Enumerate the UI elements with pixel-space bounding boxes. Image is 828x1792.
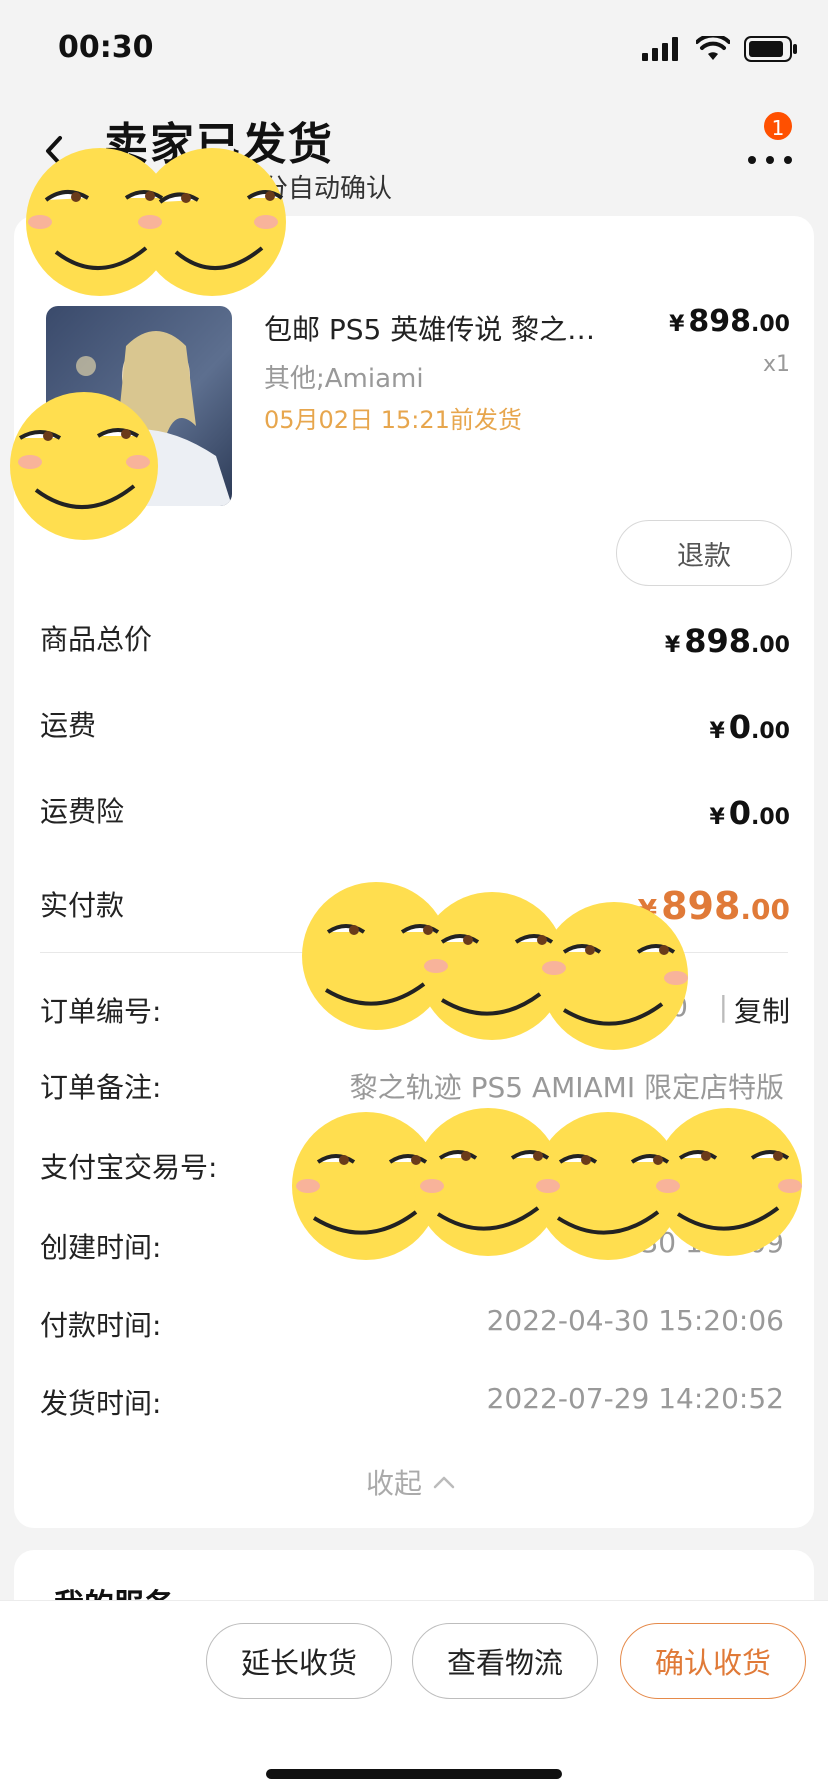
shipping-insurance-value: ¥0.00 — [709, 794, 790, 832]
created-time-label: 创建时间: — [40, 1231, 162, 1264]
confirm-receipt-button[interactable]: 确认收货 — [620, 1623, 806, 1699]
cellular-signal-icon — [642, 37, 678, 61]
smiley-sticker-icon — [26, 148, 286, 296]
order-remark-label: 订单备注: — [40, 1071, 162, 1104]
paid-time-value: 2022-04-30 15:20:06 — [486, 1304, 784, 1337]
order-remark-value: 黎之轨迹 PS5 AMIAMI 限定店特版 — [349, 1071, 784, 1104]
shipped-time-label: 发货时间: — [40, 1387, 162, 1420]
product-spec: 其他;Amiami — [264, 364, 424, 394]
paid-amount-label: 实付款 — [40, 889, 125, 922]
smiley-sticker-icon — [292, 1108, 802, 1260]
chevron-up-icon — [433, 1476, 455, 1489]
product-title[interactable]: 包邮 PS5 英雄传说 黎之… — [264, 308, 644, 348]
notification-badge: 1 — [762, 110, 794, 142]
collapse-label: 收起 — [366, 1467, 423, 1500]
home-indicator[interactable] — [266, 1769, 562, 1779]
status-icons — [642, 36, 798, 62]
currency-symbol: ¥ — [669, 312, 685, 337]
order-number-label: 订单编号: — [40, 995, 162, 1028]
extend-receipt-button[interactable]: 延长收货 — [206, 1623, 392, 1699]
goods-total-value: ¥898.00 — [664, 622, 790, 660]
goods-total-label: 商品总价 — [40, 623, 153, 656]
paid-time-label: 付款时间: — [40, 1309, 162, 1342]
shipping-insurance-label: 运费险 — [40, 795, 125, 828]
status-time: 00:30 — [58, 30, 154, 65]
battery-icon — [744, 36, 797, 62]
copy-separator: | — [718, 990, 728, 1023]
alipay-trade-no-label: 支付宝交易号: — [40, 1151, 218, 1184]
bottom-action-bar: 延长收货 查看物流 确认收货 — [0, 1600, 828, 1792]
shipped-time-value: 2022-07-29 14:20:52 — [486, 1382, 784, 1415]
ship-deadline: 05月02日 15:21前发货 — [264, 406, 522, 434]
smiley-sticker-icon — [302, 882, 688, 1050]
smiley-sticker-icon — [10, 392, 158, 540]
wifi-icon — [696, 36, 730, 60]
shipping-value: ¥0.00 — [709, 708, 790, 746]
status-bar: 00:30 — [0, 0, 828, 96]
shipping-label: 运费 — [40, 709, 97, 742]
view-logistics-button[interactable]: 查看物流 — [412, 1623, 598, 1699]
product-quantity: x1 — [762, 352, 790, 377]
copy-order-number-button[interactable]: 复制 — [734, 990, 790, 1030]
refund-button[interactable]: 退款 — [616, 520, 792, 586]
product-price: ¥898.00 — [669, 304, 790, 339]
collapse-button[interactable]: 收起 — [366, 1462, 456, 1502]
